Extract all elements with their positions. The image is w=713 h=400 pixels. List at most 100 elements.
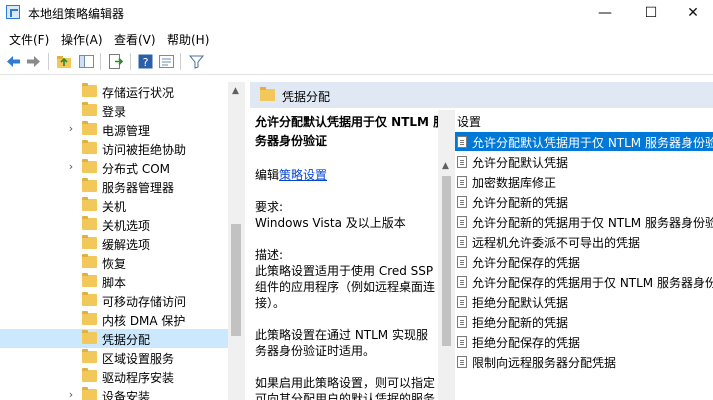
description-pane: 允许分配默认凭据用于仅 NTLM 服务器身份验证 编辑策略设置 要求: Wind…: [250, 110, 438, 400]
description-line: 务器身份验证时适用。: [255, 344, 376, 358]
tree-item-access-denied-assistance[interactable]: 访问被拒绝协助: [0, 139, 228, 158]
tree-item-distributed-com[interactable]: › 分布式 COM: [0, 158, 228, 177]
toolbar-separator: [48, 53, 49, 70]
setting-row[interactable]: 拒绝分配新的凭据: [455, 312, 713, 331]
setting-row[interactable]: 允许分配默认凭据: [455, 152, 713, 171]
toolbar-separator: [180, 53, 181, 70]
back-arrow-icon[interactable]: [5, 53, 22, 70]
forward-arrow-icon[interactable]: [25, 53, 42, 70]
tree-expander[interactable]: [65, 199, 77, 211]
tree-item-kernel-dma-protection[interactable]: 内核 DMA 保护: [0, 310, 228, 329]
tree-item-locale-services[interactable]: 区域设置服务: [0, 348, 228, 367]
menu-file[interactable]: 文件(F): [9, 31, 49, 48]
chevron-right-icon[interactable]: ›: [65, 161, 77, 173]
setting-row[interactable]: 允许分配保存的凭据: [455, 252, 713, 271]
setting-row[interactable]: 加密数据库修正: [455, 172, 713, 191]
help-icon[interactable]: ?: [137, 53, 154, 70]
show-hide-tree-icon[interactable]: [78, 53, 95, 70]
tree-item-scripts[interactable]: 脚本: [0, 272, 228, 291]
chevron-right-icon[interactable]: ›: [65, 123, 77, 135]
tree-expander[interactable]: [65, 332, 77, 344]
scrollbar-thumb[interactable]: [442, 176, 451, 346]
tree-item-server-manager[interactable]: 服务器管理器: [0, 177, 228, 196]
tree-item-credentials-delegation[interactable]: 凭据分配: [0, 329, 228, 348]
navigation-tree: 存储运行状况 登录 › 电源管理 访问被拒绝协助 › 分布式 COM 服务器管理…: [0, 82, 228, 400]
toolbar-separator: [130, 53, 131, 70]
scroll-up-arrow-icon[interactable]: ▲: [442, 161, 449, 171]
policy-setting-icon: [457, 316, 467, 328]
setting-row[interactable]: 远程机允许委派不可导出的凭据: [455, 232, 713, 251]
setting-row[interactable]: 拒绝分配保存的凭据: [455, 332, 713, 351]
tree-item-power-management[interactable]: › 电源管理: [0, 120, 228, 139]
tree-item-device-installation[interactable]: › 设备安装: [0, 386, 228, 400]
tree-item-shutdown-options[interactable]: 关机选项: [0, 215, 228, 234]
setting-label: 允许分配默认凭据: [472, 156, 569, 170]
tree-item-driver-installation[interactable]: 驱动程序安装: [0, 367, 228, 386]
filter-icon[interactable]: [188, 53, 205, 70]
tree-item-label: 凭据分配: [102, 333, 151, 347]
requirements-label: 要求:: [255, 200, 284, 214]
tree-item-logon[interactable]: 登录: [0, 101, 228, 120]
menu-help[interactable]: 帮助(H): [167, 31, 209, 48]
tree-expander[interactable]: [65, 256, 77, 268]
tree-expander[interactable]: [65, 294, 77, 306]
minimize-button[interactable]: —: [582, 0, 628, 26]
description-label: 描述:: [255, 248, 284, 262]
tree-expander[interactable]: [65, 104, 77, 116]
toolbar: ?: [0, 50, 713, 75]
tree-expander[interactable]: [65, 370, 77, 382]
folder-icon: [82, 273, 97, 287]
scrollbar-thumb[interactable]: [231, 224, 241, 336]
folder-icon: [82, 102, 97, 116]
description-line: 组件的应用程序（例如远程桌面连: [255, 280, 436, 294]
tree-expander[interactable]: [65, 180, 77, 192]
content-header: 凭据分配: [250, 82, 713, 108]
tree-item-shutdown[interactable]: 关机: [0, 196, 228, 215]
description-scrollbar[interactable]: ▲: [438, 110, 455, 400]
tree-expander[interactable]: [65, 85, 77, 97]
tree-item-recovery[interactable]: 恢复: [0, 253, 228, 272]
tree-expander[interactable]: [65, 237, 77, 249]
maximize-button[interactable]: ☐: [628, 0, 674, 26]
description-line: 接）。: [255, 296, 286, 310]
edit-policy-link[interactable]: 策略设置: [279, 168, 327, 182]
tree-expander[interactable]: [65, 275, 77, 287]
chevron-right-icon[interactable]: ›: [65, 389, 77, 400]
description-line: 可向其分配用户的默认凭据的服务: [255, 392, 436, 400]
tree-expander[interactable]: [65, 351, 77, 363]
setting-row[interactable]: 允许分配新的凭据用于仅 NTLM 服务器身份验证: [455, 212, 713, 231]
setting-label: 允许分配保存的凭据: [472, 256, 581, 270]
properties-icon[interactable]: [158, 53, 175, 70]
folder-up-icon[interactable]: [56, 53, 73, 70]
setting-label: 允许分配保存的凭据用于仅 NTLM 服务器身份验证: [472, 276, 713, 290]
tree-item-label: 分布式 COM: [102, 162, 170, 176]
tree-item-removable-storage-access[interactable]: 可移动存储访问: [0, 291, 228, 310]
tree-scrollbar[interactable]: ▲: [228, 82, 245, 400]
settings-column-header[interactable]: 设置: [457, 113, 481, 130]
menu-bar: 文件(F) 操作(A) 查看(V) 帮助(H): [0, 28, 713, 48]
scroll-up-arrow-icon[interactable]: ▲: [232, 86, 239, 96]
policy-setting-icon: [457, 236, 467, 248]
tree-expander[interactable]: [65, 313, 77, 325]
tree-expander[interactable]: [65, 218, 77, 230]
export-list-icon[interactable]: [107, 53, 124, 70]
folder-icon: [82, 368, 97, 382]
tree-expander[interactable]: [65, 142, 77, 154]
tree-item-label: 缓解选项: [102, 238, 151, 252]
setting-row[interactable]: 允许分配保存的凭据用于仅 NTLM 服务器身份验证: [455, 272, 713, 291]
gpedit-app-icon: [6, 5, 20, 19]
folder-icon: [82, 235, 97, 249]
close-button[interactable]: ✕: [670, 0, 713, 26]
toolbar-separator: [100, 53, 101, 70]
setting-label: 限制向远程服务器分配凭据: [472, 356, 617, 370]
policy-setting-icon: [457, 176, 467, 188]
setting-row[interactable]: 拒绝分配默认凭据: [455, 292, 713, 311]
setting-row[interactable]: 允许分配默认凭据用于仅 NTLM 服务器身份验证: [455, 132, 713, 151]
menu-view[interactable]: 查看(V): [114, 31, 156, 48]
menu-action[interactable]: 操作(A): [61, 31, 103, 48]
folder-icon: [82, 311, 97, 325]
setting-row[interactable]: 限制向远程服务器分配凭据: [455, 352, 713, 371]
tree-item-mitigation-options[interactable]: 缓解选项: [0, 234, 228, 253]
setting-row[interactable]: 允许分配新的凭据: [455, 192, 713, 211]
tree-item-storage-health[interactable]: 存储运行状况: [0, 82, 228, 101]
